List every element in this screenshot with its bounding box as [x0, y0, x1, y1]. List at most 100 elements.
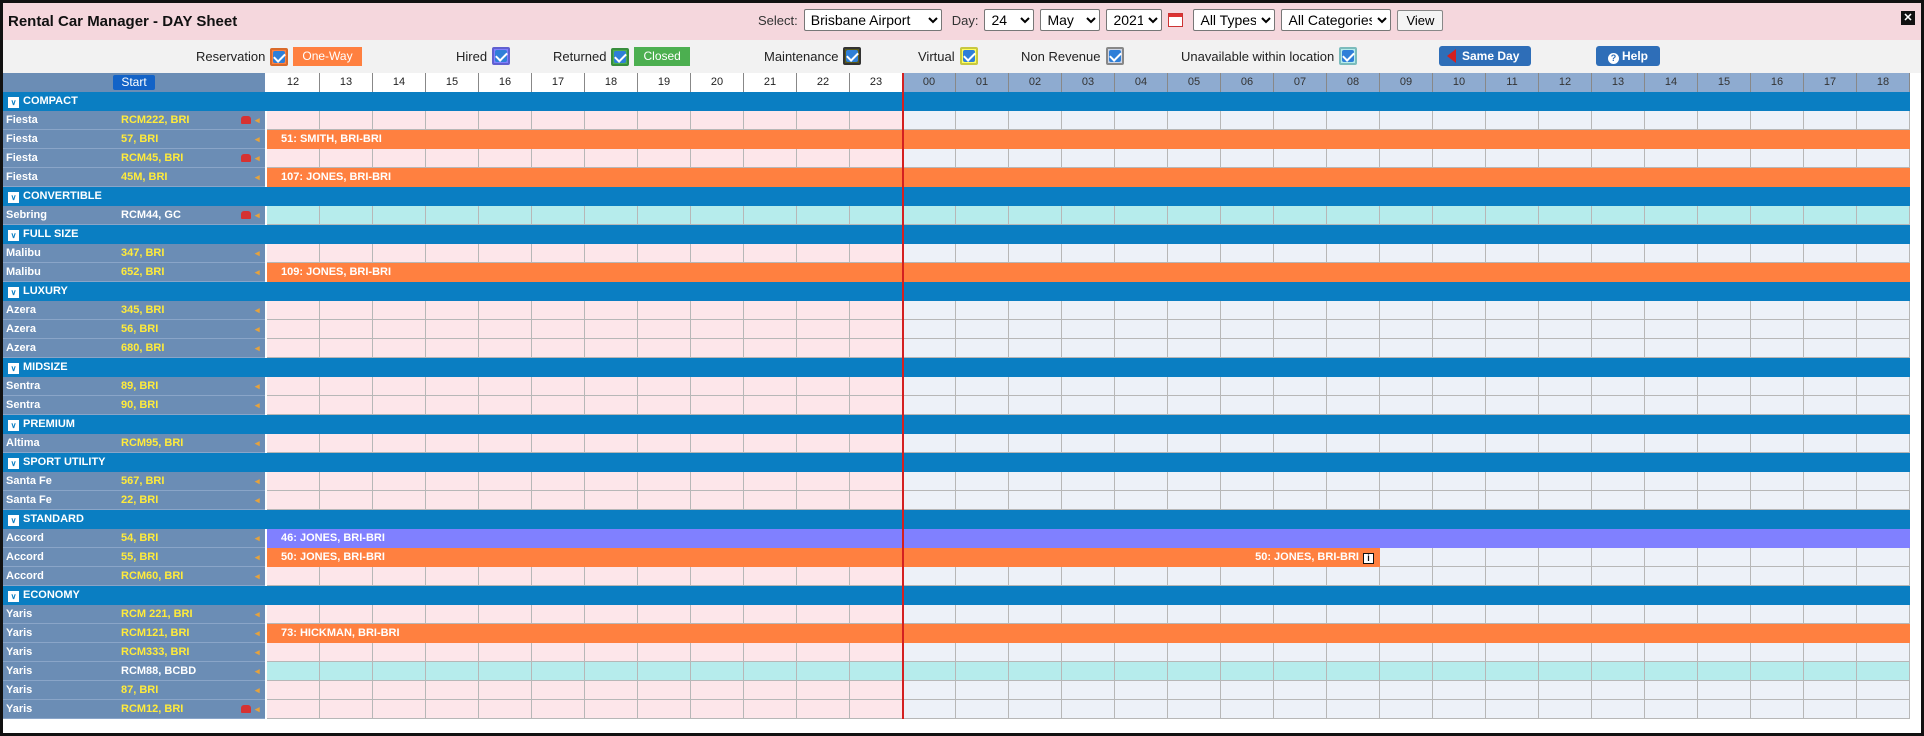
vehicle-label[interactable]: Santa Fe 567, BRI ◂ [3, 472, 265, 491]
category-row[interactable]: ∨ MIDSIZE [3, 358, 1910, 377]
grid-cell[interactable] [1115, 320, 1168, 339]
grid-cell[interactable] [1009, 320, 1062, 339]
arrow-left-icon[interactable]: ◂ [255, 134, 260, 145]
vehicle-label[interactable]: Azera 680, BRI ◂ [3, 339, 265, 358]
grid-cell[interactable] [850, 472, 903, 491]
grid-cell[interactable] [1751, 643, 1804, 662]
arrow-left-icon[interactable]: ◂ [255, 685, 260, 696]
arrow-left-icon[interactable]: ◂ [255, 343, 260, 354]
grid-cell[interactable] [956, 472, 1009, 491]
grid-cell[interactable] [532, 681, 585, 700]
grid-cell[interactable] [1751, 434, 1804, 453]
arrow-left-icon[interactable]: ◂ [255, 305, 260, 316]
grid-cell[interactable] [1698, 111, 1751, 130]
grid-cell[interactable] [532, 643, 585, 662]
grid-cell[interactable] [532, 301, 585, 320]
category-row[interactable]: ∨ STANDARD [3, 510, 1910, 529]
grid-cell[interactable] [1857, 396, 1910, 415]
grid-cell[interactable] [585, 149, 638, 168]
grid-cell[interactable] [1115, 377, 1168, 396]
grid-cell[interactable] [1433, 472, 1486, 491]
grid-cell[interactable] [1751, 339, 1804, 358]
grid-cell[interactable] [1486, 339, 1539, 358]
grid-cell[interactable] [1327, 320, 1380, 339]
grid-cell[interactable] [1645, 548, 1698, 567]
grid-cell[interactable] [903, 681, 956, 700]
grid-cell[interactable] [1857, 320, 1910, 339]
vehicle-label[interactable]: Sentra 90, BRI ◂ [3, 396, 265, 415]
chevron-down-icon[interactable]: ∨ [8, 363, 19, 374]
grid-cell[interactable] [320, 149, 373, 168]
grid-cell[interactable] [320, 567, 373, 586]
grid-cell[interactable] [1433, 434, 1486, 453]
grid-cell[interactable] [479, 681, 532, 700]
categories-select[interactable]: All Categories [1281, 9, 1392, 31]
grid-cell[interactable] [1486, 491, 1539, 510]
grid-cell[interactable] [1009, 681, 1062, 700]
grid-cell[interactable] [1486, 301, 1539, 320]
grid-cell[interactable] [1009, 605, 1062, 624]
grid-cell[interactable] [1433, 206, 1486, 225]
grid-cell[interactable] [691, 491, 744, 510]
grid-cell[interactable] [479, 396, 532, 415]
grid-cell[interactable] [1857, 681, 1910, 700]
arrow-left-icon[interactable]: ◂ [255, 571, 260, 582]
grid-cell[interactable] [1062, 662, 1115, 681]
grid-cell[interactable] [1274, 472, 1327, 491]
grid-cell[interactable] [1592, 662, 1645, 681]
grid-cell[interactable] [1857, 377, 1910, 396]
grid-cell[interactable] [797, 339, 850, 358]
grid-cell[interactable] [1168, 567, 1221, 586]
grid-cell[interactable] [373, 472, 426, 491]
grid-cell[interactable] [903, 396, 956, 415]
grid-cell[interactable] [1486, 206, 1539, 225]
grid-cell[interactable] [1274, 491, 1327, 510]
grid-cell[interactable] [1751, 206, 1804, 225]
grid-cell[interactable] [1168, 700, 1221, 719]
grid-cell[interactable] [1062, 605, 1115, 624]
grid-cell[interactable] [691, 567, 744, 586]
grid-cell[interactable] [1486, 700, 1539, 719]
grid-cell[interactable] [1698, 681, 1751, 700]
grid-cell[interactable] [585, 491, 638, 510]
grid-cell[interactable] [1380, 643, 1433, 662]
grid-cell[interactable] [797, 377, 850, 396]
grid-cell[interactable] [479, 567, 532, 586]
grid-cell[interactable] [320, 244, 373, 263]
grid-cell[interactable] [1486, 662, 1539, 681]
grid-cell[interactable] [1221, 681, 1274, 700]
grid-cell[interactable] [1221, 605, 1274, 624]
grid-cell[interactable] [1486, 149, 1539, 168]
grid-cell[interactable] [532, 472, 585, 491]
grid-cell[interactable] [850, 662, 903, 681]
grid-cell[interactable] [1062, 472, 1115, 491]
grid-cell[interactable] [1380, 244, 1433, 263]
grid-cell[interactable] [1698, 244, 1751, 263]
grid-cell[interactable] [903, 491, 956, 510]
grid-cell[interactable] [1804, 643, 1857, 662]
grid-cell[interactable] [532, 434, 585, 453]
grid-cell[interactable] [850, 206, 903, 225]
grid-cell[interactable] [1221, 567, 1274, 586]
booking-bar[interactable]: 46: JONES, BRI-BRI [267, 529, 1910, 548]
grid-cell[interactable] [850, 700, 903, 719]
grid-cell[interactable] [1274, 681, 1327, 700]
grid-cell[interactable] [1009, 643, 1062, 662]
grid-cell[interactable] [1221, 472, 1274, 491]
reservation-checkbox[interactable] [270, 47, 289, 66]
grid-cell[interactable] [1274, 377, 1327, 396]
grid-cell[interactable] [744, 434, 797, 453]
vehicle-label[interactable]: Altima RCM95, BRI ◂ [3, 434, 265, 453]
grid-cell[interactable] [1380, 111, 1433, 130]
grid-cell[interactable] [479, 605, 532, 624]
vehicle-label[interactable]: Yaris RCM 221, BRI ◂ [3, 605, 265, 624]
grid-cell[interactable] [1009, 700, 1062, 719]
grid-cell[interactable] [903, 301, 956, 320]
grid-cell[interactable] [744, 567, 797, 586]
location-select[interactable]: Brisbane Airport [803, 9, 942, 31]
grid-cell[interactable] [1327, 111, 1380, 130]
grid-cell[interactable] [638, 681, 691, 700]
grid-cell[interactable] [1804, 244, 1857, 263]
grid-cell[interactable] [1857, 605, 1910, 624]
grid-cell[interactable] [850, 320, 903, 339]
